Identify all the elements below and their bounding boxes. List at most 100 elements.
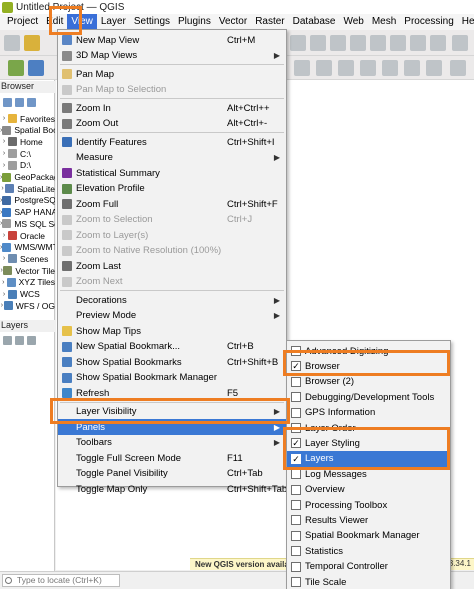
add-group-icon[interactable] — [15, 335, 24, 345]
view-menu-item-toggle-panel-visibility[interactable]: Toggle Panel Visibility Ctrl+Tab — [58, 466, 286, 482]
merge-icon[interactable] — [338, 60, 354, 76]
checkbox-icon[interactable] — [291, 484, 301, 495]
checkbox-icon[interactable] — [291, 469, 301, 480]
menu-raster[interactable]: Raster — [251, 14, 288, 30]
view-menu-item-new-spatial-bookmark[interactable]: New Spatial Bookmark... Ctrl+B — [58, 339, 286, 355]
undo-icon[interactable] — [404, 60, 420, 76]
edit-icon[interactable] — [28, 60, 44, 76]
menu-help[interactable]: Help — [458, 14, 474, 30]
panel-toggle-tile-scale[interactable]: Tile Scale — [287, 574, 450, 589]
panel-toggle-processing-toolbox[interactable]: Processing Toolbox — [287, 497, 450, 513]
add-icon[interactable] — [3, 97, 12, 107]
view-menu-item-pan-map-to-selection[interactable]: Pan Map to Selection — [58, 82, 286, 98]
menu-settings[interactable]: Settings — [130, 14, 174, 30]
digitize-icon[interactable] — [8, 60, 24, 76]
checkbox-icon[interactable] — [291, 500, 301, 510]
panel-toggle-log-messages[interactable]: Log Messages — [287, 466, 450, 482]
view-menu-item-toggle-full-screen-mode[interactable]: Toggle Full Screen Mode F11 — [58, 450, 286, 466]
expand-arrow-icon[interactable]: › — [0, 279, 7, 286]
checkbox-icon[interactable] — [291, 423, 301, 433]
browser-item-wcs[interactable]: › WCS — [0, 289, 55, 300]
browser-item-sap-hana[interactable]: › SAP HANA — [0, 207, 55, 218]
browser-item-geopackag[interactable]: › GeoPackag — [0, 172, 55, 183]
zoom-full-icon[interactable] — [390, 35, 406, 51]
browser-item-spatial-boo[interactable]: › Spatial Boo — [0, 125, 55, 136]
filter-icon[interactable] — [27, 97, 36, 107]
view-menu-item-decorations[interactable]: Decorations ▶ — [58, 292, 286, 308]
expand-arrow-icon[interactable]: › — [0, 255, 8, 262]
checkbox-icon[interactable] — [291, 392, 301, 403]
view-menu-item-zoom-to-native-resolution-100[interactable]: Zoom to Native Resolution (100%) — [58, 243, 286, 259]
move-icon[interactable] — [382, 60, 398, 76]
view-menu-item-zoom-full[interactable]: Zoom Full Ctrl+Shift+F — [58, 196, 286, 212]
browser-item-wms-wmt[interactable]: › WMS/WMT — [0, 242, 55, 253]
style-icon[interactable] — [3, 335, 12, 345]
menu-vector[interactable]: Vector — [215, 14, 251, 30]
checkbox-icon[interactable] — [291, 577, 301, 587]
panel-toggle-spatial-bookmark-manager[interactable]: Spatial Bookmark Manager — [287, 528, 450, 544]
panel-toggle-gps-information[interactable]: GPS Information — [287, 405, 450, 421]
expand-arrow-icon[interactable]: › — [0, 291, 8, 298]
view-menu-item-identify-features[interactable]: Identify Features Ctrl+Shift+I — [58, 134, 286, 150]
checkbox-icon[interactable] — [291, 546, 301, 557]
panel-toggle-debugging-development-tools[interactable]: Debugging/Development Tools — [287, 389, 450, 405]
checkbox-checked-icon[interactable]: ✓ — [291, 361, 301, 372]
view-menu-item-panels[interactable]: Panels ▶ — [58, 419, 286, 435]
menu-edit[interactable]: Edit — [42, 14, 67, 30]
browser-item-xyz-tiles[interactable]: › XYZ Tiles — [0, 277, 55, 288]
browser-item-c[interactable]: › C:\ — [0, 148, 55, 159]
panel-toggle-layer-order[interactable]: Layer Order — [287, 420, 450, 436]
view-menu-item-zoom-out[interactable]: Zoom Out Alt+Ctrl+- — [58, 116, 286, 132]
menu-layer[interactable]: Layer — [97, 14, 130, 30]
expand-arrow-icon[interactable]: › — [0, 115, 8, 122]
view-menu-item-toggle-map-only[interactable]: Toggle Map Only Ctrl+Shift+Tab — [58, 481, 287, 497]
browser-item-postgresq[interactable]: › PostgreSQ — [0, 195, 55, 206]
view-menu-item-measure[interactable]: Measure ▶ — [58, 150, 286, 166]
new-project-icon[interactable] — [4, 35, 20, 51]
browser-item-ms-sql-se[interactable]: › MS SQL Se — [0, 218, 55, 229]
expand-arrow-icon[interactable]: › — [0, 138, 8, 145]
checkbox-icon[interactable] — [291, 530, 301, 541]
panel-toggle-layers[interactable]: ✓ Layers — [287, 450, 450, 467]
redo-icon[interactable] — [426, 60, 442, 76]
checkbox-checked-icon[interactable]: ✓ — [291, 453, 301, 464]
panel-toggle-browser-2[interactable]: Browser (2) — [287, 374, 450, 390]
checkbox-icon[interactable] — [291, 515, 301, 526]
view-menu-item-elevation-profile[interactable]: Elevation Profile — [58, 181, 286, 197]
browser-item-home[interactable]: › Home — [0, 136, 55, 147]
measure-icon[interactable] — [430, 35, 446, 51]
view-menu-item-zoom-in[interactable]: Zoom In Alt+Ctrl++ — [58, 100, 286, 116]
eye-icon[interactable] — [27, 335, 36, 345]
panel-toggle-overview[interactable]: Overview — [287, 482, 450, 498]
view-menu-item-preview-mode[interactable]: Preview Mode ▶ — [58, 308, 286, 324]
locator-search-input[interactable]: Type to locate (Ctrl+K) — [2, 574, 120, 587]
view-menu-item-show-map-tips[interactable]: Show Map Tips — [58, 323, 286, 339]
menu-project[interactable]: Project — [3, 14, 42, 30]
view-menu-item-layer-visibility[interactable]: Layer Visibility ▶ — [58, 404, 286, 420]
view-menu-item-3d-map-views[interactable]: 3D Map Views ▶ — [58, 48, 286, 64]
browser-item-vector-tile[interactable]: › Vector Tile — [0, 265, 55, 276]
menu-database[interactable]: Database — [289, 14, 340, 30]
view-menu-item-zoom-next[interactable]: Zoom Next — [58, 274, 286, 290]
split-icon[interactable] — [316, 60, 332, 76]
view-menu-item-toolbars[interactable]: Toolbars ▶ — [58, 435, 286, 451]
vertex-icon[interactable] — [294, 60, 310, 76]
browser-item-d[interactable]: › D:\ — [0, 160, 55, 171]
expand-arrow-icon[interactable]: › — [0, 150, 8, 157]
label-icon[interactable] — [450, 60, 466, 76]
zoom-out-icon[interactable] — [370, 35, 386, 51]
checkbox-icon[interactable] — [291, 346, 301, 356]
browser-item-wfs-og[interactable]: › WFS / OG — [0, 300, 55, 311]
panel-toggle-browser[interactable]: ✓ Browser — [287, 358, 450, 374]
refresh-icon[interactable] — [15, 97, 24, 107]
view-menu-item-show-spatial-bookmark-manager[interactable]: Show Spatial Bookmark Manager — [58, 370, 286, 386]
view-menu-item-zoom-to-layer-s[interactable]: Zoom to Layer(s) — [58, 227, 286, 243]
expand-arrow-icon[interactable]: › — [0, 232, 8, 239]
browser-item-favorites[interactable]: › Favorites — [0, 113, 55, 124]
menu-processing[interactable]: Processing — [400, 14, 457, 30]
browser-item-scenes[interactable]: › Scenes — [0, 253, 55, 264]
view-menu-item-zoom-to-selection[interactable]: Zoom to Selection Ctrl+J — [58, 212, 286, 228]
menu-web[interactable]: Web — [339, 14, 367, 30]
checkbox-icon[interactable] — [291, 561, 301, 572]
browser-item-spatialite[interactable]: › SpatiaLite — [0, 183, 55, 194]
